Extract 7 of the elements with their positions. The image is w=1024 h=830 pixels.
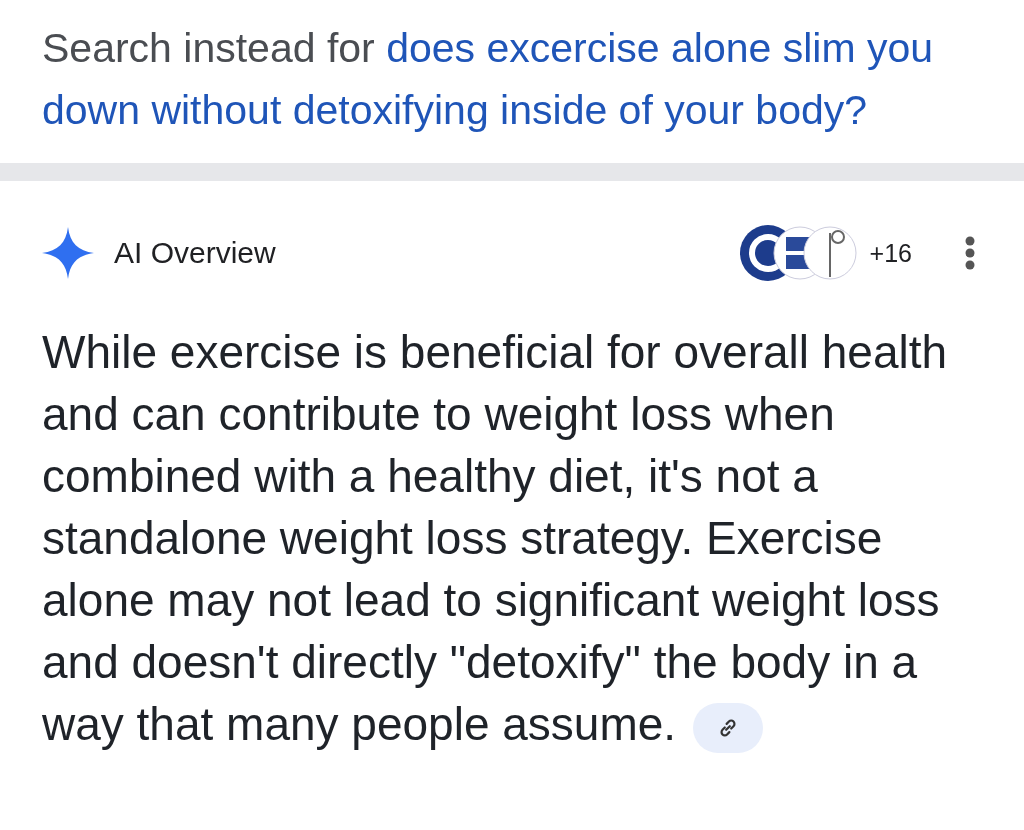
overview-text: While exercise is beneficial for overall health and can contribute to weight loss when combined with a healthy diet, it's not a standalone weight loss strategy. Exercise alone may not lead to significant weight loss and doesn't directly "detoxify" the body in a way that many people assume. [42, 321, 992, 755]
sources-button[interactable]: +16 [737, 223, 912, 283]
link-button[interactable] [692, 702, 763, 753]
search-instead-link[interactable]: down without detoxifying inside of your body? [42, 87, 868, 133]
search-instead-link[interactable]: does excercise alone slim you [386, 25, 934, 71]
search-instead-label: Search instead for [42, 25, 375, 71]
ai-overview-title: AI Overview [114, 236, 276, 270]
